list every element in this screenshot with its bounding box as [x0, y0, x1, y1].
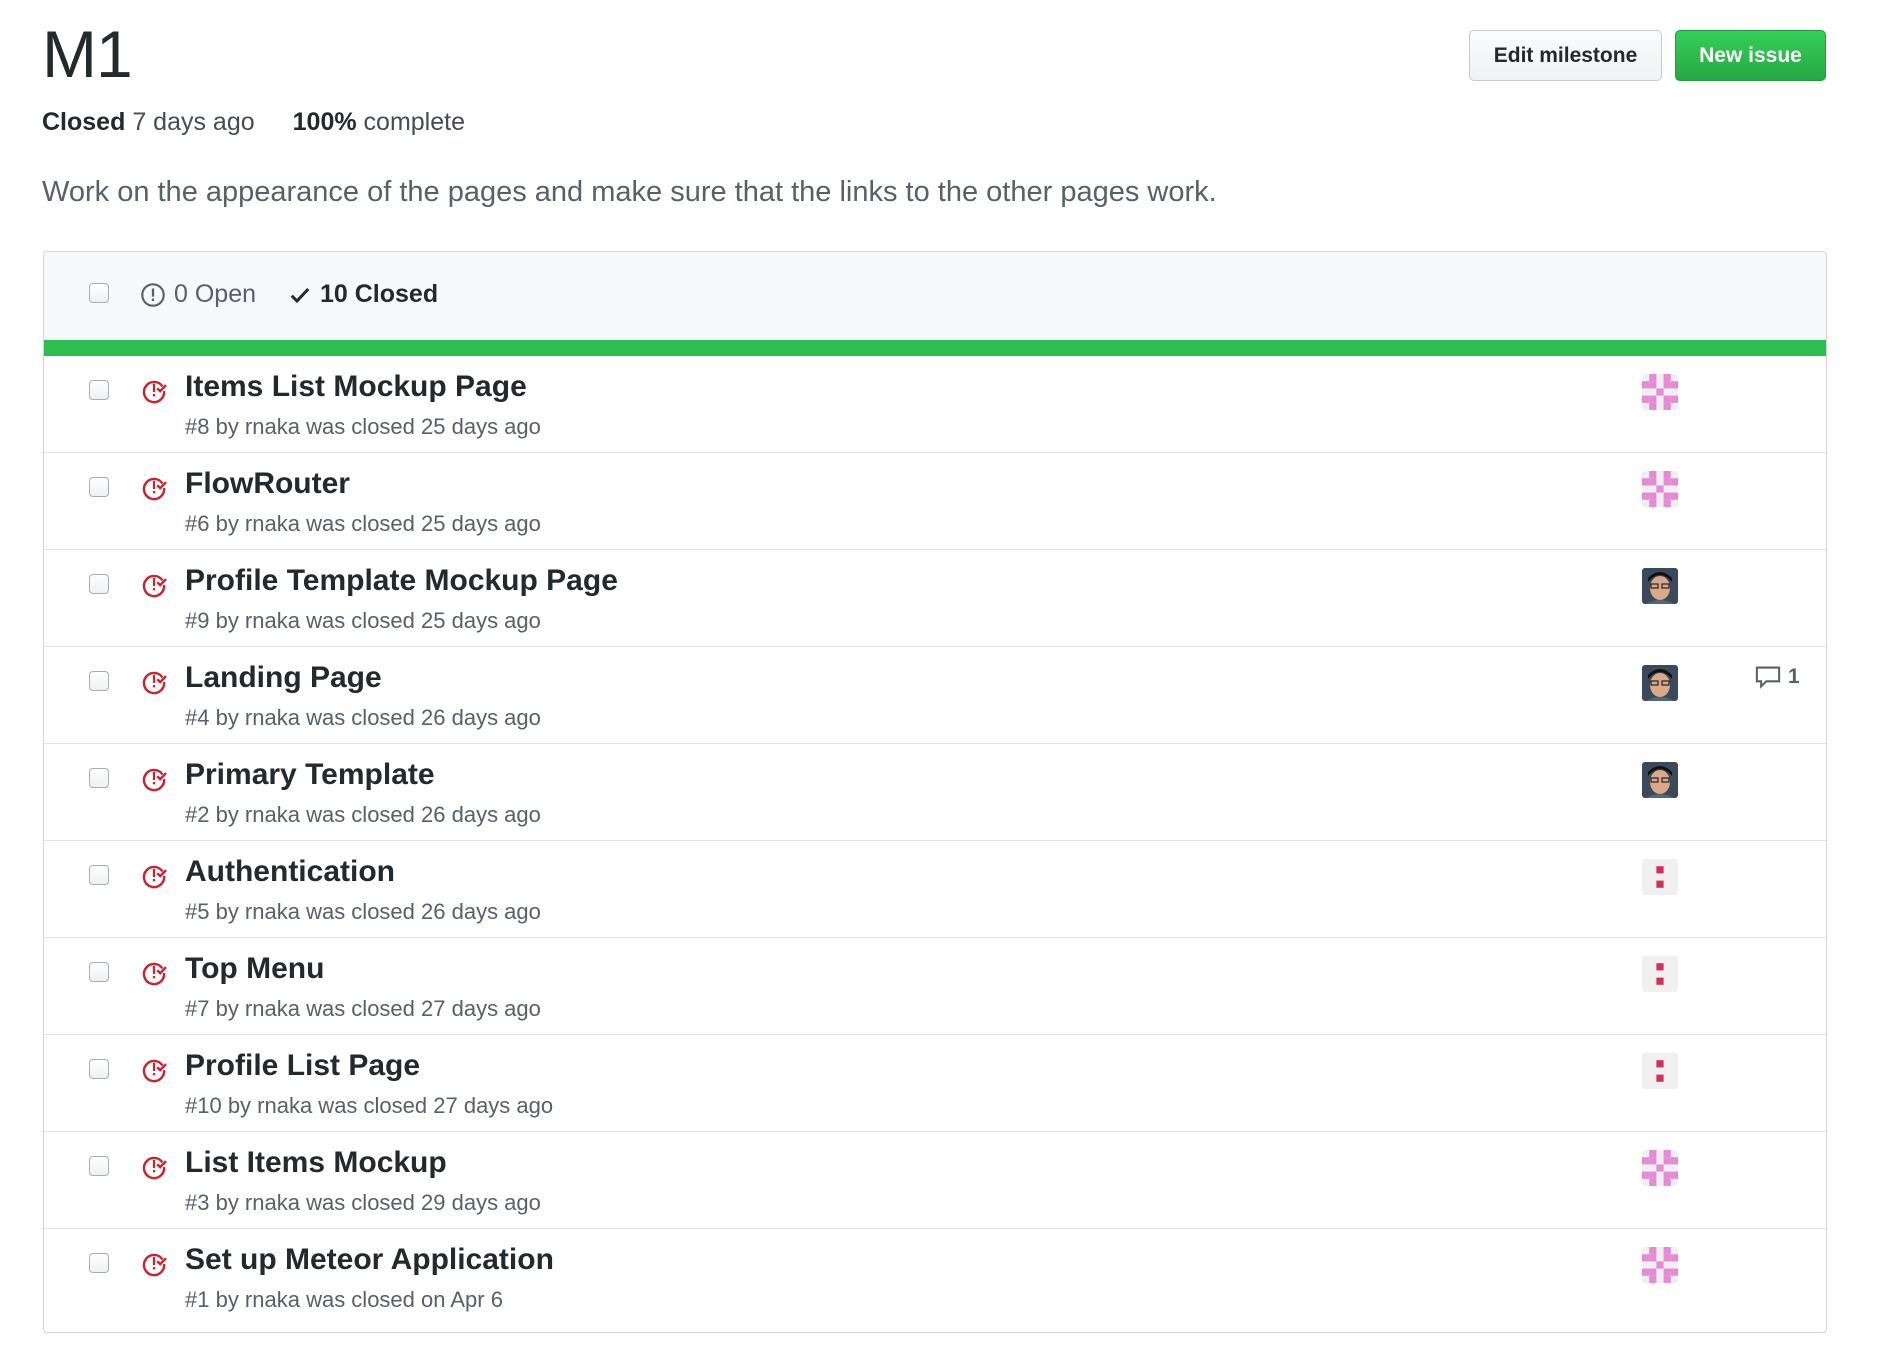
issue-closed-icon — [142, 477, 167, 501]
milestone-status: Closed 7 days ago — [42, 108, 255, 137]
issues-list-box: 0 Open 10 Closed Items List Mockup Page … — [43, 251, 1827, 1333]
issue-closed-icon — [142, 671, 167, 695]
user-photo-icon — [1642, 568, 1678, 604]
identicon-icon — [1642, 956, 1678, 992]
issue-meta: #2 by rnaka was closed 26 days ago — [185, 802, 541, 827]
open-count-label: 0 Open — [174, 280, 257, 308]
issue-title-link[interactable]: Primary Template — [185, 758, 435, 792]
milestone-title: M1 — [42, 17, 133, 91]
issue-meta: #3 by rnaka was closed 29 days ago — [185, 1190, 541, 1215]
issue-title-link[interactable]: List Items Mockup — [185, 1146, 447, 1180]
issues-list: Items List Mockup Page #8 by rnaka was c… — [44, 356, 1826, 1326]
edit-milestone-button[interactable]: Edit milestone — [1469, 30, 1662, 81]
identicon-icon — [1642, 1247, 1678, 1283]
check-icon — [290, 287, 310, 303]
identicon-icon — [1642, 1053, 1678, 1089]
status-label: Closed — [42, 108, 126, 136]
assignee-avatar[interactable] — [1642, 374, 1678, 410]
open-issues-tab[interactable]: 0 Open — [140, 280, 256, 309]
assignee-avatar[interactable] — [1642, 568, 1678, 604]
milestone-meta: Closed 7 days ago 100% complete — [42, 108, 465, 137]
issue-row[interactable]: Profile List Page #10 by rnaka was close… — [44, 1035, 1826, 1132]
issue-checkbox[interactable] — [89, 1253, 109, 1273]
issue-title-link[interactable]: Profile List Page — [185, 1049, 420, 1083]
milestone-page: M1 Edit milestone New issue Closed 7 day… — [0, 0, 1892, 1354]
select-all-checkbox[interactable] — [89, 283, 109, 303]
assignee-avatar[interactable] — [1642, 956, 1678, 992]
issue-closed-icon — [142, 1156, 167, 1180]
issue-row[interactable]: Profile Template Mockup Page #9 by rnaka… — [44, 550, 1826, 647]
issue-title-link[interactable]: Authentication — [185, 855, 395, 889]
issue-checkbox[interactable] — [89, 574, 109, 594]
issue-meta: #5 by rnaka was closed 26 days ago — [185, 899, 541, 924]
issue-meta: #9 by rnaka was closed 25 days ago — [185, 608, 541, 633]
assignee-avatar[interactable] — [1642, 1247, 1678, 1283]
issue-closed-icon — [142, 962, 167, 986]
assignee-avatar[interactable] — [1642, 665, 1678, 701]
issue-row[interactable]: Items List Mockup Page #8 by rnaka was c… — [44, 356, 1826, 453]
issue-title-link[interactable]: Set up Meteor Application — [185, 1243, 554, 1277]
assignee-avatar[interactable] — [1642, 859, 1678, 895]
issue-row[interactable]: List Items Mockup #3 by rnaka was closed… — [44, 1132, 1826, 1229]
issues-list-header: 0 Open 10 Closed — [44, 252, 1826, 340]
issue-meta: #10 by rnaka was closed 27 days ago — [185, 1093, 554, 1118]
issue-checkbox[interactable] — [89, 768, 109, 788]
issue-checkbox[interactable] — [89, 671, 109, 691]
issue-title-link[interactable]: FlowRouter — [185, 467, 350, 501]
issue-meta: #7 by rnaka was closed 27 days ago — [185, 996, 541, 1021]
identicon-icon — [1642, 471, 1678, 507]
user-photo-icon — [1642, 665, 1678, 701]
closed-count-label: 10 Closed — [320, 280, 439, 308]
comment-count: 1 — [1788, 665, 1800, 688]
identicon-icon — [1642, 374, 1678, 410]
issue-closed-icon — [142, 574, 167, 598]
milestone-progress-text: 100% complete — [293, 108, 465, 137]
issue-row[interactable]: Top Menu #7 by rnaka was closed 27 days … — [44, 938, 1826, 1035]
status-time: 7 days ago — [132, 108, 255, 136]
issue-closed-icon — [142, 1059, 167, 1083]
issue-row[interactable]: FlowRouter #6 by rnaka was closed 25 day… — [44, 453, 1826, 550]
issue-title-link[interactable]: Profile Template Mockup Page — [185, 564, 618, 598]
closed-issues-tab[interactable]: 10 Closed — [288, 280, 438, 309]
identicon-icon — [1642, 1150, 1678, 1186]
comment-icon — [1755, 666, 1781, 689]
issue-row[interactable]: Set up Meteor Application #1 by rnaka wa… — [44, 1229, 1826, 1326]
issue-closed-icon — [142, 380, 167, 404]
assignee-avatar[interactable] — [1642, 471, 1678, 507]
issue-meta: #4 by rnaka was closed 26 days ago — [185, 705, 541, 730]
issue-title-link[interactable]: Landing Page — [185, 661, 382, 695]
progress-percent: 100% — [292, 108, 357, 136]
issue-row[interactable]: Primary Template #2 by rnaka was closed … — [44, 744, 1826, 841]
new-issue-button[interactable]: New issue — [1675, 30, 1826, 81]
identicon-icon — [1642, 859, 1678, 895]
issue-opened-icon — [141, 282, 165, 307]
issue-checkbox[interactable] — [89, 865, 109, 885]
issue-title-link[interactable]: Items List Mockup Page — [185, 370, 527, 404]
issue-title-link[interactable]: Top Menu — [185, 952, 324, 986]
issue-closed-icon — [142, 768, 167, 792]
issue-checkbox[interactable] — [89, 1156, 109, 1176]
comments-link[interactable]: 1 — [1754, 665, 1800, 689]
issue-meta: #8 by rnaka was closed 25 days ago — [185, 414, 541, 439]
progress-suffix: complete — [363, 108, 465, 136]
milestone-progress-bar — [44, 340, 1826, 356]
issue-row[interactable]: Landing Page #4 by rnaka was closed 26 d… — [44, 647, 1826, 744]
milestone-description: Work on the appearance of the pages and … — [42, 176, 1217, 208]
assignee-avatar[interactable] — [1642, 762, 1678, 798]
issue-checkbox[interactable] — [89, 962, 109, 982]
assignee-avatar[interactable] — [1642, 1053, 1678, 1089]
issue-checkbox[interactable] — [89, 1059, 109, 1079]
issue-closed-icon — [142, 1253, 167, 1277]
issue-meta: #6 by rnaka was closed 25 days ago — [185, 511, 541, 536]
user-photo-icon — [1642, 762, 1678, 798]
issue-closed-icon — [142, 865, 167, 889]
assignee-avatar[interactable] — [1642, 1150, 1678, 1186]
issue-checkbox[interactable] — [89, 477, 109, 497]
issue-meta: #1 by rnaka was closed on Apr 6 — [185, 1287, 503, 1312]
issue-row[interactable]: Authentication #5 by rnaka was closed 26… — [44, 841, 1826, 938]
issue-checkbox[interactable] — [89, 380, 109, 400]
